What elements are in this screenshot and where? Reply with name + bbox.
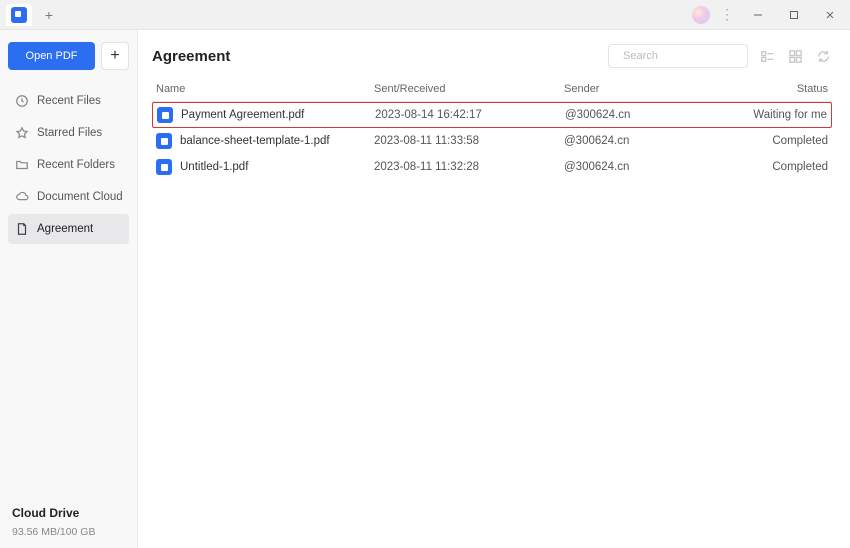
cell-sent: 2023-08-11 11:33:58 xyxy=(374,135,564,147)
column-header-name[interactable]: Name xyxy=(156,83,374,95)
clock-icon xyxy=(14,94,29,109)
cloud-icon xyxy=(14,190,29,205)
star-icon xyxy=(14,126,29,141)
view-grid-button[interactable] xyxy=(786,47,804,65)
sidebar-item-recent-folders[interactable]: Recent Folders xyxy=(8,150,129,180)
document-icon xyxy=(14,222,29,237)
sidebar-item-recent-files[interactable]: Recent Files xyxy=(8,86,129,116)
user-avatar-icon[interactable] xyxy=(692,6,710,24)
agreement-table: Name Sent/Received Sender Status Payment… xyxy=(152,76,832,180)
open-pdf-button[interactable]: Open PDF xyxy=(8,42,95,70)
column-header-sender[interactable]: Sender xyxy=(564,83,728,95)
folder-icon xyxy=(14,158,29,173)
column-header-status[interactable]: Status xyxy=(728,83,828,95)
cell-name: Untitled-1.pdf xyxy=(156,159,374,175)
file-name: Payment Agreement.pdf xyxy=(181,109,304,121)
sidebar-item-agreement[interactable]: Agreement xyxy=(8,214,129,244)
main-content: Agreement Name Sent/Recei xyxy=(138,30,850,548)
column-header-sent[interactable]: Sent/Received xyxy=(374,83,564,95)
cell-name: balance-sheet-template-1.pdf xyxy=(156,133,374,149)
pdf-file-icon xyxy=(156,133,172,149)
cell-status: Completed xyxy=(728,161,828,173)
search-input[interactable] xyxy=(623,50,765,62)
cloud-drive-usage: 93.56 MB/100 GB xyxy=(12,526,125,538)
sidebar: Open PDF + Recent Files Starred Files xyxy=(0,30,138,548)
add-button[interactable]: + xyxy=(101,42,129,70)
window-minimize-button[interactable] xyxy=(744,4,772,26)
pdf-file-icon xyxy=(156,159,172,175)
table-header: Name Sent/Received Sender Status xyxy=(152,76,832,102)
cell-status: Completed xyxy=(728,135,828,147)
cell-sender: @300624.cn xyxy=(564,135,728,147)
cell-name: Payment Agreement.pdf xyxy=(157,107,375,123)
app-logo-tab[interactable] xyxy=(6,4,32,26)
search-box[interactable] xyxy=(608,44,748,68)
window-maximize-button[interactable] xyxy=(780,4,808,26)
table-row[interactable]: Untitled-1.pdf 2023-08-11 11:32:28@300624… xyxy=(152,154,832,180)
view-list-button[interactable] xyxy=(758,47,776,65)
sidebar-item-document-cloud[interactable]: Document Cloud xyxy=(8,182,129,212)
sidebar-item-label: Recent Folders xyxy=(37,159,115,171)
maximize-icon xyxy=(789,10,799,20)
file-name: balance-sheet-template-1.pdf xyxy=(180,135,330,147)
cell-sent: 2023-08-11 11:32:28 xyxy=(374,161,564,173)
plus-icon: + xyxy=(45,7,53,23)
cloud-drive-title: Cloud Drive xyxy=(12,506,125,520)
sidebar-item-label: Agreement xyxy=(37,223,93,235)
refresh-button[interactable] xyxy=(814,47,832,65)
kebab-menu-button[interactable]: ⋮ xyxy=(718,6,736,23)
minimize-icon xyxy=(753,10,763,20)
cell-sender: @300624.cn xyxy=(565,109,727,121)
file-name: Untitled-1.pdf xyxy=(180,161,248,173)
pdf-file-icon xyxy=(157,107,173,123)
titlebar: + ⋮ xyxy=(0,0,850,30)
table-row[interactable]: Payment Agreement.pdf 2023-08-14 16:42:17… xyxy=(152,102,832,128)
cell-sent: 2023-08-14 16:42:17 xyxy=(375,109,565,121)
sidebar-item-label: Document Cloud xyxy=(37,191,123,203)
cell-status: Waiting for me xyxy=(727,109,827,121)
window-close-button[interactable] xyxy=(816,4,844,26)
sidebar-footer: Cloud Drive 93.56 MB/100 GB xyxy=(8,500,129,540)
close-icon xyxy=(825,10,835,20)
page-title: Agreement xyxy=(152,48,230,65)
sidebar-item-label: Starred Files xyxy=(37,127,102,139)
app-logo-icon xyxy=(11,7,27,23)
cell-sender: @300624.cn xyxy=(564,161,728,173)
table-row[interactable]: balance-sheet-template-1.pdf 2023-08-11 1… xyxy=(152,128,832,154)
sidebar-item-starred-files[interactable]: Starred Files xyxy=(8,118,129,148)
sidebar-nav: Recent Files Starred Files Recent Folder… xyxy=(8,86,129,244)
sidebar-item-label: Recent Files xyxy=(37,95,101,107)
new-tab-button[interactable]: + xyxy=(38,4,60,26)
